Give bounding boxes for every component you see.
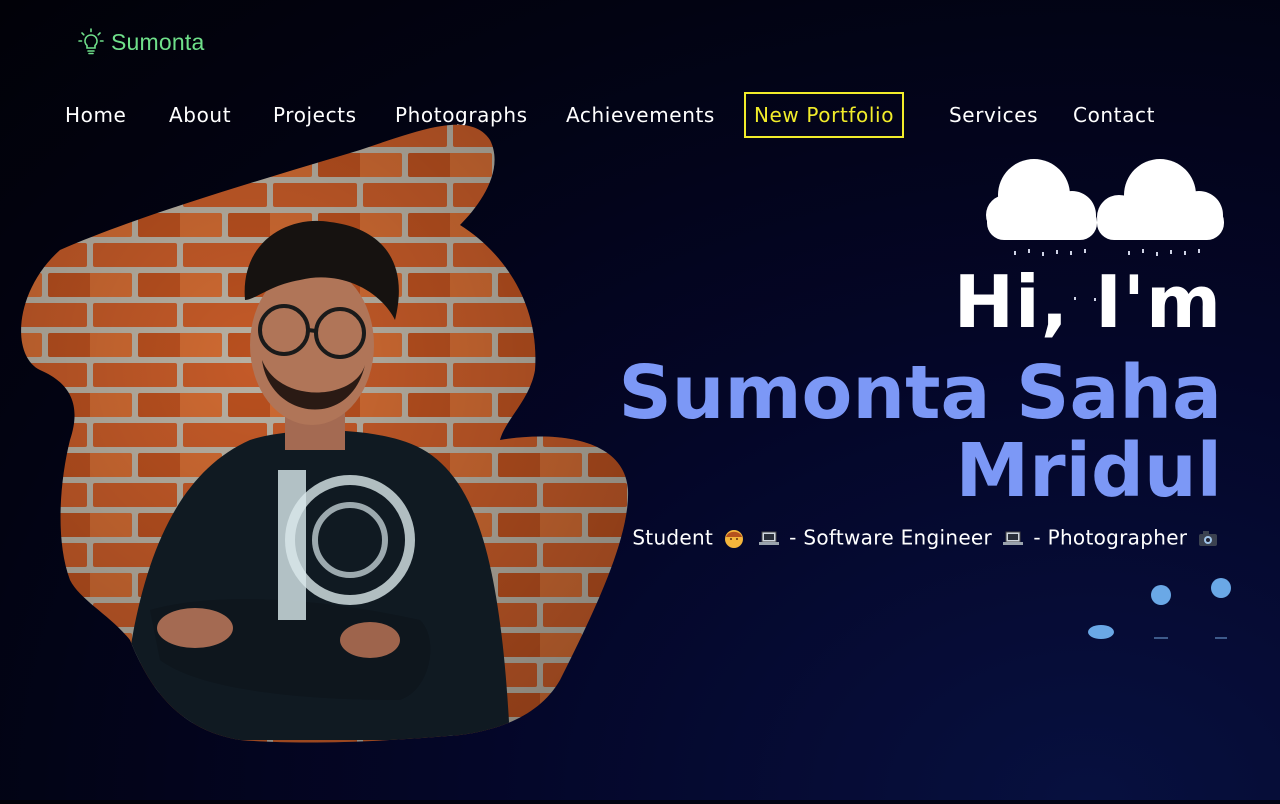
tagline-role-engineer: Software Engineer: [803, 525, 993, 550]
profile-photo: [0, 0, 640, 800]
tagline-sep-2: -: [1033, 525, 1048, 550]
camera-emoji-icon: [1199, 530, 1217, 546]
laptop-emoji-icon: [758, 531, 779, 545]
hero-name-last: Mridul: [955, 428, 1222, 514]
hero-name-first: Sumonta Saha: [618, 350, 1222, 436]
nav-contact[interactable]: Contact: [1073, 92, 1155, 138]
tagline-role-student: Student: [632, 525, 714, 550]
student-emoji-icon: [724, 529, 743, 548]
nav-services[interactable]: Services: [949, 92, 1038, 138]
laptop-emoji-icon: [1002, 531, 1023, 545]
hero-greeting: Hi, I'm: [953, 260, 1222, 344]
tagline-sep-1: -: [789, 525, 804, 550]
tagline-role-photographer: Photographer: [1047, 525, 1188, 550]
hero-tagline: Student - Software Engineer - Photograph…: [632, 524, 1222, 550]
nav-new-portfolio[interactable]: New Portfolio: [744, 92, 904, 138]
water-drops-icon: [1080, 570, 1240, 654]
